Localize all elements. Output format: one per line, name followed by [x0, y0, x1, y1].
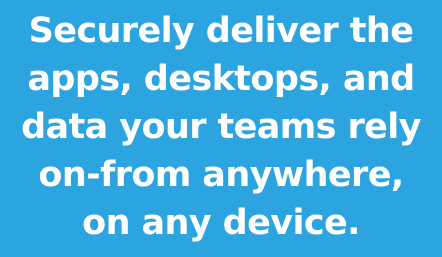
- hero-banner: Securely deliver the apps, desktops, and…: [0, 0, 442, 257]
- headline-line-1: Securely deliver the: [28, 10, 414, 51]
- headline-line-5: on any device.: [82, 202, 360, 243]
- headline-line-2: apps, desktops, and: [27, 58, 415, 99]
- headline-line-4: on-from anywhere,: [38, 154, 404, 195]
- headline: Securely deliver the apps, desktops, and…: [21, 7, 421, 247]
- headline-line-3: data your teams rely: [21, 106, 421, 147]
